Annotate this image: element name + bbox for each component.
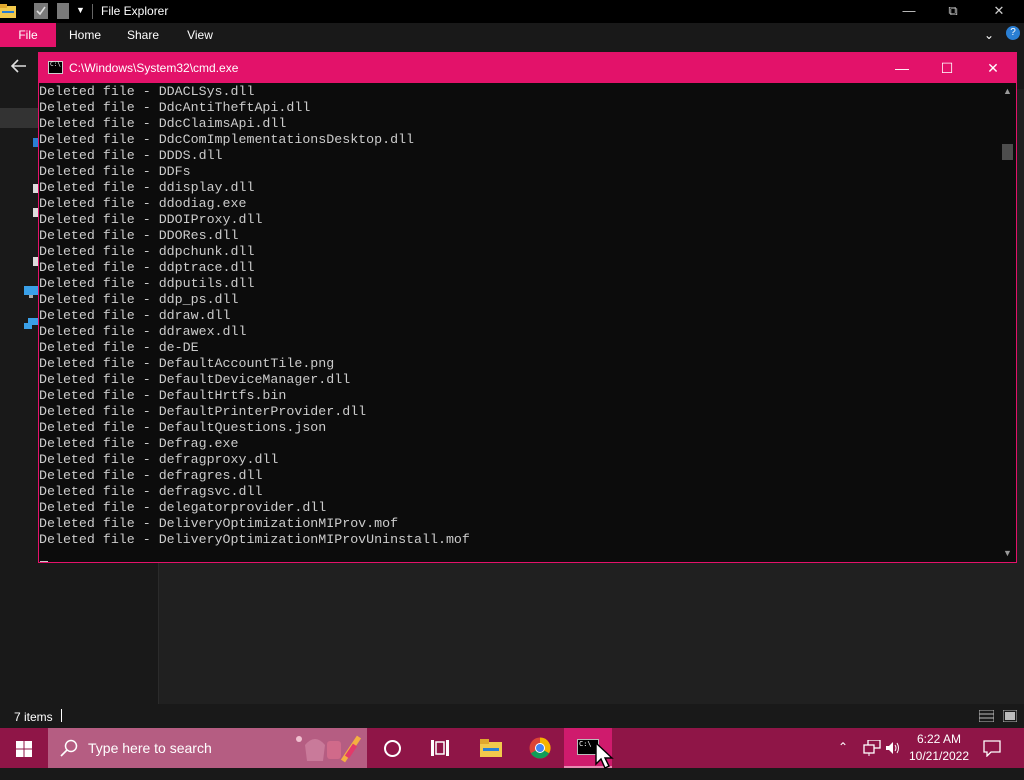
console-line: Deleted file - ddp_ps.dll xyxy=(39,292,239,307)
console-line: Deleted file - ddputils.dll xyxy=(39,276,255,291)
console-line: Deleted file - DeliveryOptimizationMIPro… xyxy=(39,516,399,531)
taskbar-file-explorer[interactable] xyxy=(466,728,514,768)
item-count: 7 items xyxy=(14,710,53,724)
tab-view[interactable]: View xyxy=(178,23,222,47)
console-line: Deleted file - DefaultQuestions.json xyxy=(39,420,327,435)
task-view-button[interactable] xyxy=(416,728,464,768)
console-line: Deleted file - DdcClaimsApi.dll xyxy=(39,116,287,131)
scroll-thumb[interactable] xyxy=(1002,144,1013,160)
console-line: Deleted file - defragsvc.dll xyxy=(39,484,263,499)
start-button[interactable] xyxy=(0,728,48,768)
explorer-close-button[interactable]: ✕ xyxy=(976,0,1022,23)
new-folder-icon[interactable] xyxy=(57,3,69,19)
console-line: Deleted file - DDACLSys.dll xyxy=(39,84,255,99)
chrome-icon xyxy=(529,737,551,759)
qa-customize-icon[interactable]: ▼ xyxy=(76,5,85,15)
explorer-titlebar: ▼ File Explorer — ⧉ ✕ xyxy=(0,0,1024,23)
console-line: Deleted file - Defrag.exe xyxy=(39,436,239,451)
console-line: Deleted file - ddrawex.dll xyxy=(39,324,247,339)
console-line: Deleted file - DefaultPrinterProvider.dl… xyxy=(39,404,367,419)
explorer-statusbar: 7 items xyxy=(0,704,1024,728)
back-arrow-icon[interactable] xyxy=(11,59,27,73)
tab-file[interactable]: File xyxy=(0,23,56,47)
show-hidden-icons-button[interactable]: ⌃ xyxy=(838,740,848,780)
tab-home[interactable]: Home xyxy=(62,23,108,47)
help-icon[interactable]: ? xyxy=(1006,26,1020,40)
console-line: Deleted file - ddodiag.exe xyxy=(39,196,247,211)
cmd-scrollbar[interactable]: ▲ ▼ xyxy=(999,83,1016,562)
mouse-cursor-icon xyxy=(595,742,614,769)
cmd-window[interactable]: C:\ C:\Windows\System32\cmd.exe — ☐ ✕ De… xyxy=(38,52,1017,563)
cortana-button[interactable] xyxy=(368,728,416,768)
properties-icon[interactable] xyxy=(34,3,48,19)
taskbar: Type here to search C:\ ⌃ 6:22 AM 10/21/… xyxy=(0,728,1024,769)
clock-time: 6:22 AM xyxy=(916,732,962,746)
search-placeholder: Type here to search xyxy=(88,740,212,756)
console-line: Deleted file - ddptrace.dll xyxy=(39,260,255,275)
clock-date: 10/21/2022 xyxy=(908,749,970,763)
console-cursor xyxy=(40,561,48,562)
taskbar-clock[interactable]: 6:22 AM 10/21/2022 xyxy=(904,731,974,765)
status-divider xyxy=(61,709,62,722)
console-line: Deleted file - DDDS.dll xyxy=(39,148,223,163)
cmd-console[interactable]: Deleted file - DDACLSys.dll Deleted file … xyxy=(39,83,999,562)
qa-separator xyxy=(92,4,93,19)
console-line: Deleted file - de-DE xyxy=(39,340,199,355)
scroll-down-icon[interactable]: ▼ xyxy=(999,545,1016,562)
cmd-icon[interactable]: C:\ xyxy=(48,61,63,74)
console-line: Deleted file - DdcAntiTheftApi.dll xyxy=(39,100,311,115)
explorer-restore-button[interactable]: ⧉ xyxy=(930,0,976,23)
console-line: Deleted file - defragproxy.dll xyxy=(39,452,279,467)
taskbar-search-box[interactable]: Type here to search xyxy=(48,728,367,768)
task-view-icon xyxy=(431,740,449,756)
cortana-icon xyxy=(384,740,401,757)
console-line: Deleted file - ddisplay.dll xyxy=(39,180,255,195)
search-icon xyxy=(60,739,78,757)
notification-icon[interactable] xyxy=(983,740,1001,757)
scroll-up-icon[interactable]: ▲ xyxy=(999,83,1016,100)
console-output: Deleted file - DDACLSys.dll Deleted file … xyxy=(39,84,470,548)
console-line: Deleted file - DDFs xyxy=(39,164,191,179)
console-line: Deleted file - DdcComImplementationsDesk… xyxy=(39,132,415,147)
cmd-minimize-button[interactable]: — xyxy=(879,53,925,83)
windows-logo-icon xyxy=(16,741,32,757)
details-view-icon[interactable] xyxy=(979,710,994,722)
console-line: Deleted file - DeliveryOptimizationMIPro… xyxy=(39,532,470,547)
console-line: Deleted file - DefaultDeviceManager.dll xyxy=(39,372,351,387)
cmd-close-button[interactable]: ✕ xyxy=(970,53,1016,83)
explorer-title: File Explorer xyxy=(101,4,169,18)
console-line: Deleted file - ddpchunk.dll xyxy=(39,244,255,259)
console-line: Deleted file - DDORes.dll xyxy=(39,228,239,243)
volume-icon[interactable] xyxy=(886,741,902,755)
file-explorer-icon xyxy=(480,739,502,757)
sidebar-item-quick-access[interactable] xyxy=(0,108,40,128)
search-highlight-icon xyxy=(296,735,362,763)
network-icon[interactable] xyxy=(24,318,38,330)
console-line: Deleted file - DefaultAccountTile.png xyxy=(39,356,335,371)
folder-icon xyxy=(0,4,16,18)
this-pc-icon[interactable] xyxy=(24,286,38,298)
cmd-titlebar[interactable]: C:\ C:\Windows\System32\cmd.exe — ☐ ✕ xyxy=(39,53,1016,83)
network-icon[interactable] xyxy=(863,740,881,756)
console-line: Deleted file - DDOIProxy.dll xyxy=(39,212,263,227)
console-line: Deleted file - DefaultHrtfs.bin xyxy=(39,388,287,403)
large-icons-view-icon[interactable] xyxy=(1003,710,1017,722)
console-line: Deleted file - defragres.dll xyxy=(39,468,263,483)
tab-share[interactable]: Share xyxy=(120,23,166,47)
ribbon-expand-icon[interactable]: ⌄ xyxy=(984,28,994,42)
cmd-maximize-button[interactable]: ☐ xyxy=(924,53,970,83)
console-line: Deleted file - ddraw.dll xyxy=(39,308,231,323)
explorer-ribbon: File Home Share View ⌄ ? xyxy=(0,23,1024,47)
explorer-minimize-button[interactable]: — xyxy=(886,0,932,23)
cmd-title: C:\Windows\System32\cmd.exe xyxy=(69,61,239,75)
taskbar-chrome[interactable] xyxy=(516,728,564,768)
console-line: Deleted file - delegatorprovider.dll xyxy=(39,500,327,515)
